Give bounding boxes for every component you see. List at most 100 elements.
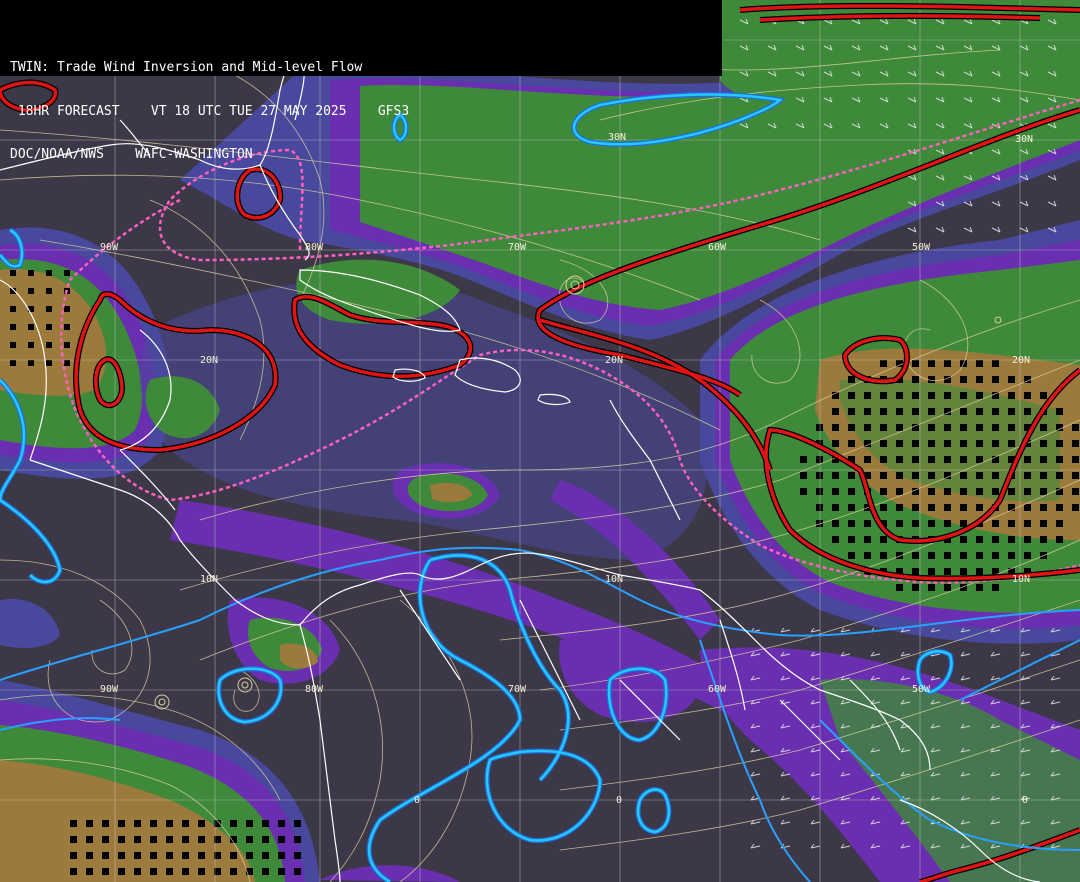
stipple-dot bbox=[896, 392, 903, 399]
stipple-dot bbox=[150, 836, 157, 843]
stipple-dot bbox=[28, 270, 34, 276]
stipple-dot bbox=[150, 852, 157, 859]
stipple-dot bbox=[278, 820, 285, 827]
stipple-dot bbox=[1024, 472, 1031, 479]
stipple-dot bbox=[880, 424, 887, 431]
stipple-dot bbox=[880, 472, 887, 479]
stipple-dot bbox=[198, 820, 205, 827]
contour-label-cyan: 0 bbox=[414, 795, 420, 806]
stipple-dot bbox=[976, 424, 983, 431]
stipple-dot bbox=[992, 584, 999, 591]
stipple-dot bbox=[28, 360, 34, 366]
stipple-dot bbox=[1056, 536, 1063, 543]
stipple-dot bbox=[928, 360, 935, 367]
stipple-dot bbox=[46, 270, 52, 276]
stipple-dot bbox=[64, 360, 70, 366]
stipple-dot bbox=[278, 852, 285, 859]
lon-label-50w-top: 50W bbox=[912, 242, 931, 253]
stipple-dot bbox=[928, 440, 935, 447]
stipple-dot bbox=[960, 488, 967, 495]
stipple-dot bbox=[294, 836, 301, 843]
stipple-dot bbox=[10, 270, 16, 276]
stipple-dot bbox=[992, 520, 999, 527]
stipple-dot bbox=[86, 868, 93, 875]
stipple-dot bbox=[246, 836, 253, 843]
stipple-dot bbox=[880, 456, 887, 463]
lat-label-0-b: 0 bbox=[1022, 795, 1028, 806]
stipple-dot bbox=[800, 472, 807, 479]
stipple-dot bbox=[896, 584, 903, 591]
stipple-dot bbox=[928, 584, 935, 591]
stipple-dot bbox=[166, 820, 173, 827]
stipple-dot bbox=[896, 520, 903, 527]
stipple-dot bbox=[1072, 456, 1079, 463]
stipple-dot bbox=[912, 472, 919, 479]
stipple-dot bbox=[198, 852, 205, 859]
stipple-dot bbox=[294, 868, 301, 875]
stipple-dot bbox=[960, 440, 967, 447]
stipple-dot bbox=[848, 488, 855, 495]
stipple-dot bbox=[880, 552, 887, 559]
stipple-dot bbox=[1008, 520, 1015, 527]
stipple-dot bbox=[992, 536, 999, 543]
stipple-dot bbox=[976, 552, 983, 559]
stipple-dot bbox=[230, 820, 237, 827]
stipple-dot bbox=[150, 820, 157, 827]
stipple-dot bbox=[944, 392, 951, 399]
lat-label-10n-a: 10N bbox=[200, 574, 218, 585]
stipple-dot bbox=[992, 552, 999, 559]
stipple-dot bbox=[960, 456, 967, 463]
stipple-dot bbox=[1056, 520, 1063, 527]
stipple-dot bbox=[928, 424, 935, 431]
stipple-dot bbox=[880, 392, 887, 399]
stipple-dot bbox=[944, 568, 951, 575]
stipple-dot bbox=[278, 836, 285, 843]
stipple-dot bbox=[976, 456, 983, 463]
stipple-dot bbox=[976, 472, 983, 479]
stipple-dot bbox=[166, 868, 173, 875]
stipple-dot bbox=[46, 360, 52, 366]
stipple-dot bbox=[816, 456, 823, 463]
stipple-dot bbox=[848, 504, 855, 511]
stipple-dot bbox=[1072, 504, 1079, 511]
stipple-dot bbox=[992, 472, 999, 479]
stipple-dot bbox=[960, 392, 967, 399]
stipple-dot bbox=[102, 836, 109, 843]
stipple-dot bbox=[1040, 424, 1047, 431]
stipple-dot bbox=[800, 456, 807, 463]
stipple-dot bbox=[928, 568, 935, 575]
stipple-dot bbox=[896, 472, 903, 479]
stipple-dot bbox=[1072, 424, 1079, 431]
stipple-dot bbox=[992, 360, 999, 367]
stipple-dot bbox=[1040, 472, 1047, 479]
stipple-dot bbox=[1024, 536, 1031, 543]
stipple-dot bbox=[134, 868, 141, 875]
stipple-dot bbox=[86, 836, 93, 843]
stipple-dot bbox=[880, 536, 887, 543]
stipple-dot bbox=[928, 456, 935, 463]
stipple-dot bbox=[864, 536, 871, 543]
stipple-dot bbox=[46, 288, 52, 294]
stipple-dot bbox=[166, 852, 173, 859]
stipple-dot bbox=[1072, 488, 1079, 495]
stipple-dot bbox=[928, 392, 935, 399]
stipple-dot bbox=[944, 504, 951, 511]
stipple-dot bbox=[832, 472, 839, 479]
lon-label-50w-mid: 50W bbox=[912, 684, 931, 695]
stipple-dot bbox=[70, 852, 77, 859]
stipple-dot bbox=[816, 472, 823, 479]
stipple-dot bbox=[976, 584, 983, 591]
header-forecast-line: 18HR FORECAST VT 18 UTC TUE 27 MAY 2025 … bbox=[10, 103, 410, 119]
stipple-dot bbox=[1008, 552, 1015, 559]
stipple-dot bbox=[134, 852, 141, 859]
stipple-dot bbox=[944, 520, 951, 527]
lat-label-20n-c: 20N bbox=[1012, 355, 1030, 366]
stipple-dot bbox=[912, 440, 919, 447]
stipple-dot bbox=[230, 868, 237, 875]
stipple-dot bbox=[1024, 408, 1031, 415]
stipple-dot bbox=[1040, 456, 1047, 463]
stipple-dot bbox=[944, 552, 951, 559]
stipple-dot bbox=[880, 504, 887, 511]
stipple-dot bbox=[896, 488, 903, 495]
lat-label-10n-c: 10N bbox=[1012, 574, 1030, 585]
